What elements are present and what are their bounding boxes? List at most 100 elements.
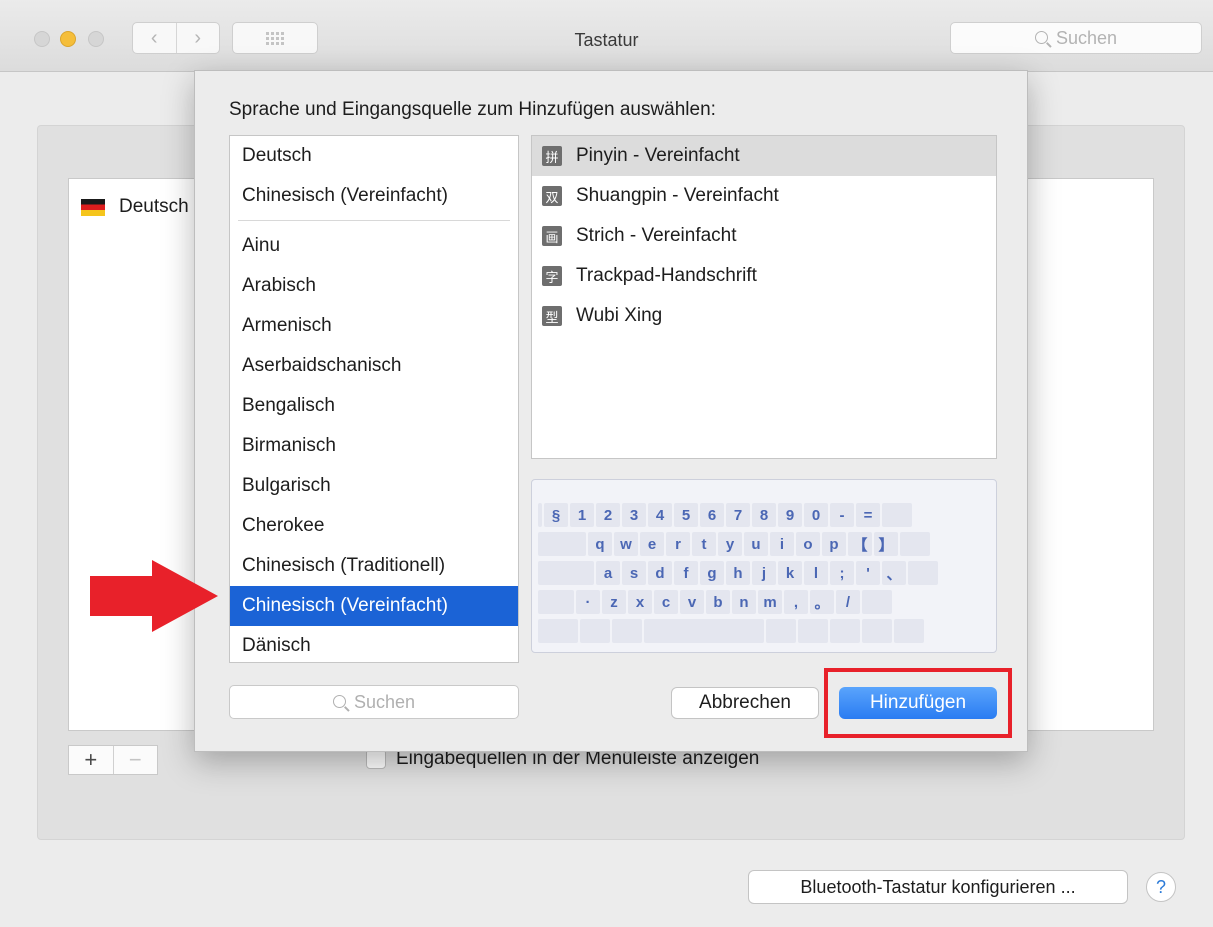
keyboard-key-blank [894, 619, 924, 643]
keyboard-key: v [680, 590, 704, 614]
keyboard-row: a s d f g h j k l; '、 [538, 561, 990, 585]
keyboard-layout-preview: § 1 2 3 4 5 6 7 8 9 0- = q w e r t y u i o p 【】 a s d f g h j k l; '、 · z x… [531, 479, 997, 653]
keyboard-key: o [796, 532, 820, 556]
cancel-button[interactable]: Abbrechen [671, 687, 819, 719]
keyboard-key: e [640, 532, 664, 556]
language-item[interactable]: Deutsch [230, 136, 518, 176]
keyboard-key: j [752, 561, 776, 585]
keyboard-key: f [674, 561, 698, 585]
keyboard-key-blank [538, 503, 542, 527]
help-button[interactable]: ? [1146, 872, 1176, 902]
keyboard-key-blank [538, 561, 594, 585]
list-divider [238, 220, 510, 221]
input-method-list[interactable]: 拼 Pinyin - Vereinfacht 双 Shuangpin - Ver… [531, 135, 997, 459]
keyboard-key: 、 [882, 561, 906, 585]
language-item[interactable]: Birmanisch [230, 426, 518, 466]
keyboard-key: 3 [622, 503, 646, 527]
keyboard-key-blank [538, 619, 578, 643]
language-item[interactable]: Armenisch [230, 306, 518, 346]
stroke-icon: 画 [542, 226, 562, 246]
input-method-label: Shuangpin - Vereinfacht [576, 185, 779, 206]
keyboard-key: 4 [648, 503, 672, 527]
input-method-item-handwriting[interactable]: 字 Trackpad-Handschrift [532, 256, 996, 296]
keyboard-key: q [588, 532, 612, 556]
keyboard-key: t [692, 532, 716, 556]
keyboard-key-blank [830, 619, 860, 643]
keyboard-key: · [576, 590, 600, 614]
keyboard-key: 1 [570, 503, 594, 527]
keyboard-key: h [726, 561, 750, 585]
sheet-prompt: Sprache und Eingangsquelle zum Hinzufüge… [229, 99, 716, 120]
add-source-button[interactable]: + [69, 746, 113, 774]
input-method-label: Trackpad-Handschrift [576, 265, 757, 286]
search-icon [332, 694, 346, 708]
language-search-placeholder: Suchen [353, 691, 416, 712]
toolbar-search-field[interactable]: Suchen [950, 22, 1202, 54]
language-search-field[interactable]: Suchen [229, 685, 519, 719]
keyboard-key-blank [900, 532, 930, 556]
keyboard-key: g [700, 561, 724, 585]
shuangpin-icon: 双 [542, 186, 562, 206]
keyboard-key: 。 [810, 590, 834, 614]
keyboard-row: q w e r t y u i o p 【】 [538, 532, 990, 556]
keyboard-key: x [628, 590, 652, 614]
language-item[interactable]: Cherokee [230, 506, 518, 546]
add-button-highlight [824, 668, 1012, 738]
language-item[interactable]: Ainu [230, 226, 518, 266]
handwriting-icon: 字 [542, 266, 562, 286]
bluetooth-keyboard-button[interactable]: Bluetooth-Tastatur konfigurieren ... [748, 870, 1128, 904]
keyboard-key: m [758, 590, 782, 614]
keyboard-key: z [602, 590, 626, 614]
input-method-item-shuangpin[interactable]: 双 Shuangpin - Vereinfacht [532, 176, 996, 216]
keyboard-key-blank [798, 619, 828, 643]
add-remove-control: + − [68, 745, 158, 775]
search-icon [1034, 30, 1048, 44]
german-flag-icon [81, 198, 105, 216]
keyboard-key: d [648, 561, 672, 585]
keyboard-key: = [856, 503, 880, 527]
keyboard-key-blank [908, 561, 938, 585]
language-item[interactable]: Arabisch [230, 266, 518, 306]
keyboard-key-blank [862, 619, 892, 643]
input-method-item-pinyin[interactable]: 拼 Pinyin - Vereinfacht [532, 136, 996, 176]
keyboard-key: ' [856, 561, 880, 585]
keyboard-key: r [666, 532, 690, 556]
show-in-menubar-checkbox[interactable] [366, 749, 386, 769]
language-item[interactable]: Chinesisch (Traditionell) [230, 546, 518, 586]
red-arrow-icon [90, 560, 218, 632]
language-item[interactable]: Bengalisch [230, 386, 518, 426]
language-item[interactable]: Bulgarisch [230, 466, 518, 506]
keyboard-key: 0 [804, 503, 828, 527]
keyboard-key: 【 [848, 532, 872, 556]
title-bar: ‹ › Tastatur Suchen [0, 0, 1213, 72]
keyboard-key: 9 [778, 503, 802, 527]
keyboard-key-blank [882, 503, 912, 527]
wubi-icon: 型 [542, 306, 562, 326]
language-item[interactable]: Dänisch [230, 626, 518, 662]
keyboard-key: a [596, 561, 620, 585]
add-input-source-sheet: Sprache und Eingangsquelle zum Hinzufüge… [194, 70, 1028, 752]
language-item-selected[interactable]: Chinesisch (Vereinfacht) [230, 586, 518, 626]
input-method-item-stroke[interactable]: 画 Strich - Vereinfacht [532, 216, 996, 256]
keyboard-key: 5 [674, 503, 698, 527]
language-list[interactable]: Deutsch Chinesisch (Vereinfacht) Ainu Ar… [229, 135, 519, 663]
keyboard-key: , [784, 590, 808, 614]
keyboard-key: w [614, 532, 638, 556]
keyboard-key-blank [538, 532, 586, 556]
keyboard-key: y [718, 532, 742, 556]
language-item[interactable]: Chinesisch (Vereinfacht) [230, 176, 518, 216]
keyboard-key-blank [538, 590, 574, 614]
input-source-item[interactable]: Deutsch [69, 187, 189, 227]
keyboard-key-blank [766, 619, 796, 643]
keyboard-key-blank [580, 619, 610, 643]
keyboard-key-blank [612, 619, 642, 643]
input-method-item-wubi[interactable]: 型 Wubi Xing [532, 296, 996, 336]
keyboard-key: ; [830, 561, 854, 585]
keyboard-key: l [804, 561, 828, 585]
remove-source-button[interactable]: − [112, 746, 158, 774]
keyboard-key: n [732, 590, 756, 614]
keyboard-row [538, 488, 990, 498]
keyboard-key: p [822, 532, 846, 556]
language-item[interactable]: Aserbaidschanisch [230, 346, 518, 386]
keyboard-key: 2 [596, 503, 620, 527]
